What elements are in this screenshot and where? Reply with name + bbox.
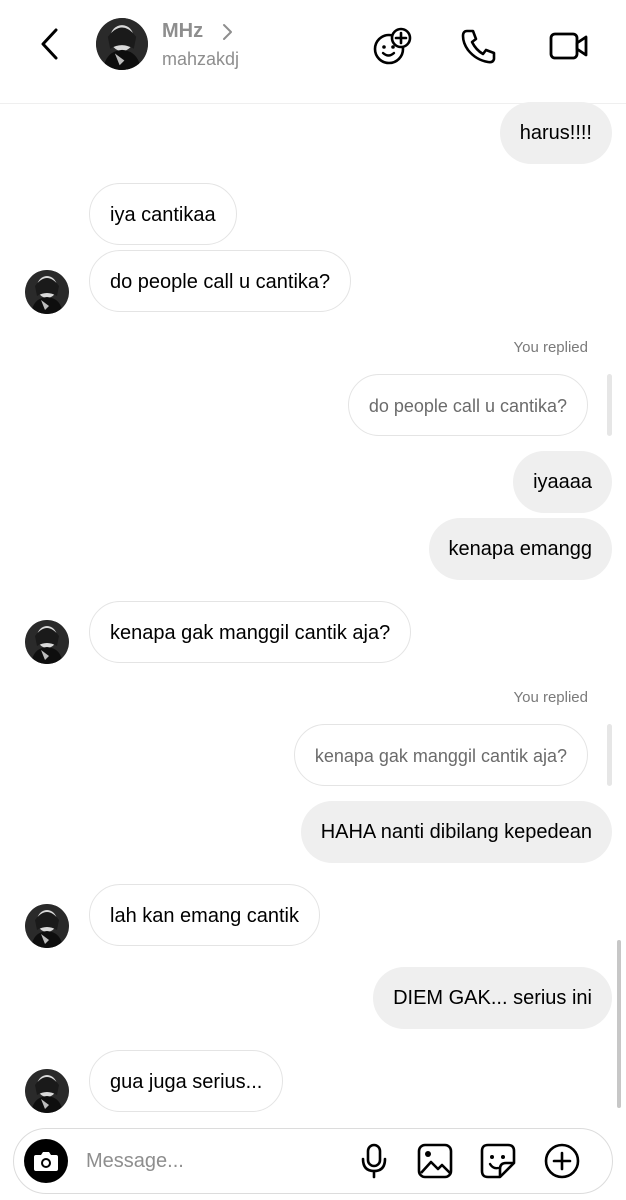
camera-icon <box>34 1152 58 1171</box>
message-outgoing[interactable]: DIEM GAK... serius ini <box>373 967 612 1029</box>
message-incoming[interactable]: lah kan emang cantik <box>89 884 321 946</box>
avatar[interactable] <box>25 904 69 948</box>
plus-circle-icon <box>544 1143 580 1179</box>
message-outgoing[interactable]: HAHA nanti dibilang kepedean <box>300 801 612 863</box>
add-button[interactable] <box>543 1142 581 1180</box>
chevron-right-icon[interactable] <box>220 22 234 42</box>
message-incoming[interactable]: kenapa gak manggil cantik aja? <box>89 601 412 663</box>
avatar[interactable] <box>25 270 69 314</box>
quoted-reply[interactable]: do people call u cantika? <box>347 374 588 436</box>
video-call-button[interactable] <box>548 26 590 66</box>
camera-button[interactable] <box>24 1139 68 1183</box>
message-incoming[interactable]: gua juga serius... <box>89 1050 284 1112</box>
image-icon <box>417 1143 453 1179</box>
contact-username[interactable]: mahzakdj <box>162 49 239 70</box>
microphone-icon <box>361 1143 387 1179</box>
voice-button[interactable] <box>355 1142 393 1180</box>
sticker-button[interactable] <box>479 1142 517 1180</box>
contact-name[interactable]: MHz <box>162 20 203 43</box>
phone-icon <box>461 29 496 64</box>
scrollbar[interactable] <box>617 940 621 1108</box>
message-outgoing[interactable]: kenapa emangg <box>428 518 612 580</box>
avatar[interactable] <box>25 1069 69 1113</box>
back-button[interactable] <box>34 24 68 64</box>
chat-header: MHz mahzakdj <box>0 0 626 104</box>
chevron-left-icon <box>41 28 58 60</box>
message-incoming[interactable]: do people call u cantika? <box>89 250 352 312</box>
replied-label: You replied <box>513 689 588 706</box>
gallery-button[interactable] <box>416 1142 454 1180</box>
message-outgoing[interactable]: iyaaaa <box>513 451 612 513</box>
reply-bar <box>607 374 612 436</box>
avatar[interactable] <box>25 620 69 664</box>
reply-bar <box>607 724 612 786</box>
sticker-icon <box>480 1143 516 1179</box>
sticker-plus-icon <box>373 27 412 65</box>
avatar[interactable] <box>96 18 148 70</box>
replied-label: You replied <box>513 339 588 356</box>
message-incoming[interactable]: iya cantikaa <box>89 183 237 245</box>
message-composer <box>13 1128 613 1194</box>
video-camera-icon <box>549 32 588 60</box>
message-input[interactable] <box>86 1143 336 1179</box>
quoted-reply[interactable]: kenapa gak manggil cantik aja? <box>293 724 588 786</box>
message-outgoing[interactable]: harus!!!! <box>499 102 612 164</box>
call-button[interactable] <box>458 26 500 66</box>
effects-button[interactable] <box>372 26 414 66</box>
